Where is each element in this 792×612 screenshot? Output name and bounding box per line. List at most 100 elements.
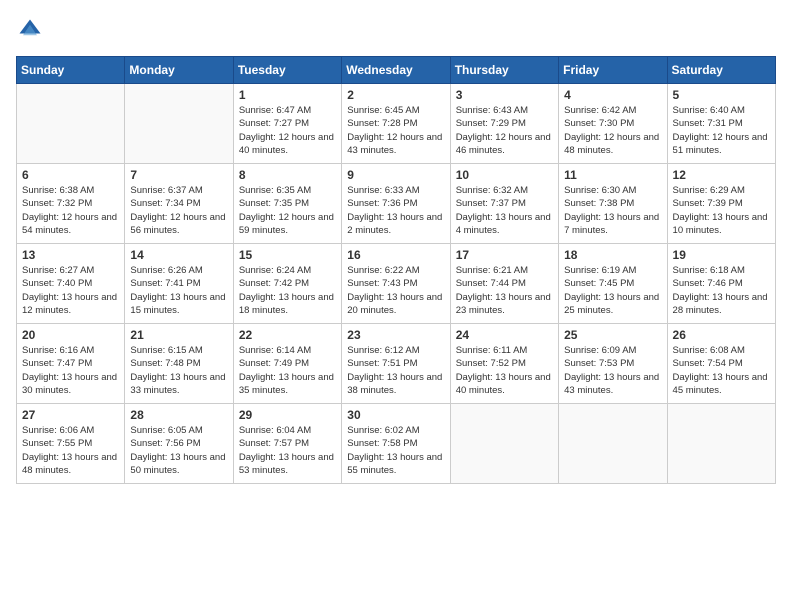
- calendar-cell: 23Sunrise: 6:12 AM Sunset: 7:51 PM Dayli…: [342, 324, 450, 404]
- day-info: Sunrise: 6:30 AM Sunset: 7:38 PM Dayligh…: [564, 184, 661, 237]
- day-info: Sunrise: 6:22 AM Sunset: 7:43 PM Dayligh…: [347, 264, 444, 317]
- logo-icon: [16, 16, 44, 44]
- calendar-cell: 26 Sunrise: 6:08 AM Sunset: 7:54 PM Dayli…: [667, 324, 775, 404]
- calendar-table: SundayMondayTuesdayWednesdayThursdayFrid…: [16, 56, 776, 484]
- calendar-cell: 18 Sunrise: 6:19 AM Sunset: 7:45 PM Dayli…: [559, 244, 667, 324]
- calendar-cell: 12Sunrise: 6:29 AM Sunset: 7:39 PM Dayli…: [667, 164, 775, 244]
- weekday-header-sunday: Sunday: [17, 57, 125, 84]
- day-number: 17: [456, 248, 553, 262]
- calendar-cell: 28Sunrise: 6:05 AM Sunset: 7:56 PM Dayli…: [125, 404, 233, 484]
- day-info: Sunrise: 6:33 AM Sunset: 7:36 PM Dayligh…: [347, 184, 444, 237]
- day-number: 26: [673, 328, 770, 342]
- day-number: 11: [564, 168, 661, 182]
- calendar-cell: 17 Sunrise: 6:21 AM Sunset: 7:44 PM Dayli…: [450, 244, 558, 324]
- day-info: Sunrise: 6:02 AM Sunset: 7:58 PM Dayligh…: [347, 424, 444, 477]
- page-header: [16, 16, 776, 44]
- day-number: 28: [130, 408, 227, 422]
- calendar-cell: 14 Sunrise: 6:26 AM Sunset: 7:41 PM Dayli…: [125, 244, 233, 324]
- calendar-cell: 6 Sunrise: 6:38 AM Sunset: 7:32 PM Daylig…: [17, 164, 125, 244]
- day-info: Sunrise: 6:04 AM Sunset: 7:57 PM Dayligh…: [239, 424, 336, 477]
- calendar-cell: 3 Sunrise: 6:43 AM Sunset: 7:29 PM Daylig…: [450, 84, 558, 164]
- day-number: 15: [239, 248, 336, 262]
- calendar-cell: 7Sunrise: 6:37 AM Sunset: 7:34 PM Daylig…: [125, 164, 233, 244]
- day-info: Sunrise: 6:21 AM Sunset: 7:44 PM Dayligh…: [456, 264, 553, 317]
- calendar-cell: 22 Sunrise: 6:14 AM Sunset: 7:49 PM Dayli…: [233, 324, 341, 404]
- day-info: Sunrise: 6:12 AM Sunset: 7:51 PM Dayligh…: [347, 344, 444, 397]
- day-info: Sunrise: 6:26 AM Sunset: 7:41 PM Dayligh…: [130, 264, 227, 317]
- weekday-header-row: SundayMondayTuesdayWednesdayThursdayFrid…: [17, 57, 776, 84]
- day-info: Sunrise: 6:32 AM Sunset: 7:37 PM Dayligh…: [456, 184, 553, 237]
- day-info: Sunrise: 6:14 AM Sunset: 7:49 PM Dayligh…: [239, 344, 336, 397]
- day-number: 13: [22, 248, 119, 262]
- day-info: Sunrise: 6:19 AM Sunset: 7:45 PM Dayligh…: [564, 264, 661, 317]
- day-info: Sunrise: 6:15 AM Sunset: 7:48 PM Dayligh…: [130, 344, 227, 397]
- day-number: 9: [347, 168, 444, 182]
- day-number: 2: [347, 88, 444, 102]
- calendar-week-2: 6 Sunrise: 6:38 AM Sunset: 7:32 PM Daylig…: [17, 164, 776, 244]
- weekday-header-thursday: Thursday: [450, 57, 558, 84]
- weekday-header-wednesday: Wednesday: [342, 57, 450, 84]
- day-info: Sunrise: 6:16 AM Sunset: 7:47 PM Dayligh…: [22, 344, 119, 397]
- day-info: Sunrise: 6:42 AM Sunset: 7:30 PM Dayligh…: [564, 104, 661, 157]
- calendar-cell: [125, 84, 233, 164]
- day-info: Sunrise: 6:35 AM Sunset: 7:35 PM Dayligh…: [239, 184, 336, 237]
- calendar-cell: 16 Sunrise: 6:22 AM Sunset: 7:43 PM Dayli…: [342, 244, 450, 324]
- calendar-cell: 11 Sunrise: 6:30 AM Sunset: 7:38 PM Dayli…: [559, 164, 667, 244]
- day-info: Sunrise: 6:09 AM Sunset: 7:53 PM Dayligh…: [564, 344, 661, 397]
- day-number: 4: [564, 88, 661, 102]
- day-info: Sunrise: 6:45 AM Sunset: 7:28 PM Dayligh…: [347, 104, 444, 157]
- day-info: Sunrise: 6:43 AM Sunset: 7:29 PM Dayligh…: [456, 104, 553, 157]
- calendar-week-4: 20 Sunrise: 6:16 AM Sunset: 7:47 PM Dayli…: [17, 324, 776, 404]
- day-info: Sunrise: 6:11 AM Sunset: 7:52 PM Dayligh…: [456, 344, 553, 397]
- day-number: 24: [456, 328, 553, 342]
- weekday-header-saturday: Saturday: [667, 57, 775, 84]
- calendar-cell: 4 Sunrise: 6:42 AM Sunset: 7:30 PM Daylig…: [559, 84, 667, 164]
- day-number: 27: [22, 408, 119, 422]
- calendar-cell: 13 Sunrise: 6:27 AM Sunset: 7:40 PM Dayli…: [17, 244, 125, 324]
- calendar-cell: 19 Sunrise: 6:18 AM Sunset: 7:46 PM Dayli…: [667, 244, 775, 324]
- day-info: Sunrise: 6:29 AM Sunset: 7:39 PM Dayligh…: [673, 184, 770, 237]
- day-info: Sunrise: 6:06 AM Sunset: 7:55 PM Dayligh…: [22, 424, 119, 477]
- day-number: 29: [239, 408, 336, 422]
- calendar-week-1: 1 Sunrise: 6:47 AM Sunset: 7:27 PM Daylig…: [17, 84, 776, 164]
- calendar-cell: 21 Sunrise: 6:15 AM Sunset: 7:48 PM Dayli…: [125, 324, 233, 404]
- day-info: Sunrise: 6:38 AM Sunset: 7:32 PM Dayligh…: [22, 184, 119, 237]
- day-number: 30: [347, 408, 444, 422]
- calendar-cell: 1 Sunrise: 6:47 AM Sunset: 7:27 PM Daylig…: [233, 84, 341, 164]
- day-number: 19: [673, 248, 770, 262]
- day-number: 22: [239, 328, 336, 342]
- day-number: 5: [673, 88, 770, 102]
- weekday-header-monday: Monday: [125, 57, 233, 84]
- day-number: 21: [130, 328, 227, 342]
- calendar-cell: 2 Sunrise: 6:45 AM Sunset: 7:28 PM Daylig…: [342, 84, 450, 164]
- day-info: Sunrise: 6:24 AM Sunset: 7:42 PM Dayligh…: [239, 264, 336, 317]
- calendar-cell: 20 Sunrise: 6:16 AM Sunset: 7:47 PM Dayli…: [17, 324, 125, 404]
- day-info: Sunrise: 6:18 AM Sunset: 7:46 PM Dayligh…: [673, 264, 770, 317]
- calendar-week-5: 27 Sunrise: 6:06 AM Sunset: 7:55 PM Dayli…: [17, 404, 776, 484]
- day-number: 20: [22, 328, 119, 342]
- calendar-cell: 27 Sunrise: 6:06 AM Sunset: 7:55 PM Dayli…: [17, 404, 125, 484]
- calendar-cell: 8 Sunrise: 6:35 AM Sunset: 7:35 PM Daylig…: [233, 164, 341, 244]
- day-number: 8: [239, 168, 336, 182]
- day-info: Sunrise: 6:47 AM Sunset: 7:27 PM Dayligh…: [239, 104, 336, 157]
- calendar-cell: 15 Sunrise: 6:24 AM Sunset: 7:42 PM Dayli…: [233, 244, 341, 324]
- weekday-header-tuesday: Tuesday: [233, 57, 341, 84]
- day-number: 18: [564, 248, 661, 262]
- day-info: Sunrise: 6:08 AM Sunset: 7:54 PM Dayligh…: [673, 344, 770, 397]
- calendar-cell: 10Sunrise: 6:32 AM Sunset: 7:37 PM Dayli…: [450, 164, 558, 244]
- day-number: 1: [239, 88, 336, 102]
- day-number: 16: [347, 248, 444, 262]
- day-number: 7: [130, 168, 227, 182]
- calendar-cell: 30 Sunrise: 6:02 AM Sunset: 7:58 PM Dayli…: [342, 404, 450, 484]
- calendar-cell: [667, 404, 775, 484]
- calendar-cell: 24 Sunrise: 6:11 AM Sunset: 7:52 PM Dayli…: [450, 324, 558, 404]
- calendar-cell: [559, 404, 667, 484]
- calendar-cell: 29 Sunrise: 6:04 AM Sunset: 7:57 PM Dayli…: [233, 404, 341, 484]
- day-number: 6: [22, 168, 119, 182]
- day-number: 3: [456, 88, 553, 102]
- weekday-header-friday: Friday: [559, 57, 667, 84]
- logo: [16, 16, 48, 44]
- calendar-cell: 9 Sunrise: 6:33 AM Sunset: 7:36 PM Daylig…: [342, 164, 450, 244]
- day-number: 14: [130, 248, 227, 262]
- day-info: Sunrise: 6:27 AM Sunset: 7:40 PM Dayligh…: [22, 264, 119, 317]
